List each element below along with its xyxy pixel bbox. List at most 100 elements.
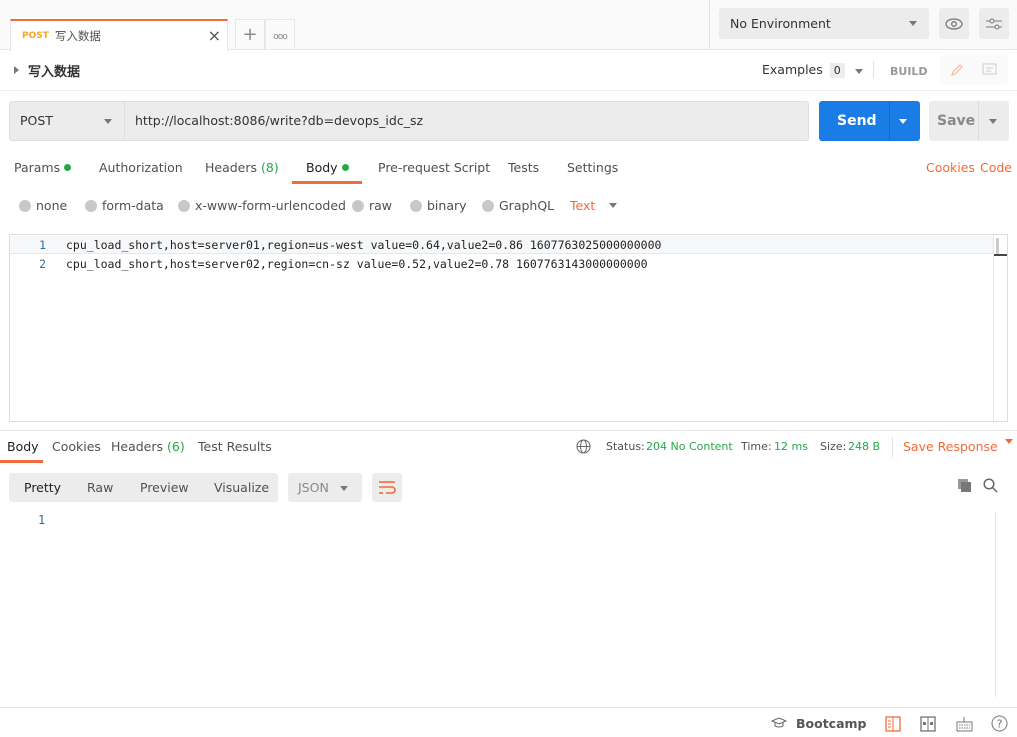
scrollbar[interactable] bbox=[993, 235, 1007, 421]
method-label: POST bbox=[20, 113, 53, 128]
layout-icon[interactable] bbox=[920, 716, 936, 732]
environment-select[interactable]: No Environment bbox=[719, 8, 929, 39]
save-options-chevron-icon[interactable] bbox=[989, 119, 997, 124]
active-tab-indicator bbox=[0, 460, 43, 463]
view-preview[interactable]: Preview bbox=[140, 480, 189, 495]
wrap-lines-button[interactable] bbox=[372, 473, 402, 502]
save-label: Save bbox=[937, 113, 976, 129]
send-label: Send bbox=[837, 113, 877, 129]
tab-method: POST bbox=[22, 31, 49, 41]
wrap-icon bbox=[379, 481, 396, 494]
tab-body[interactable]: Body bbox=[306, 160, 349, 175]
tab-settings[interactable]: Settings bbox=[567, 160, 618, 175]
divider bbox=[892, 437, 893, 457]
chevron-down-icon bbox=[1004, 439, 1013, 444]
send-button[interactable]: Send bbox=[819, 101, 920, 141]
mode-toggle bbox=[940, 55, 1008, 85]
comment-icon[interactable] bbox=[982, 63, 997, 77]
radio-graphql[interactable]: GraphQL bbox=[482, 198, 554, 213]
environment-quick-look-button[interactable] bbox=[939, 8, 969, 39]
response-tab-cookies[interactable]: Cookies bbox=[52, 439, 101, 454]
url-input[interactable]: http://localhost:8086/write?db=devops_id… bbox=[135, 102, 423, 140]
radio-circle bbox=[19, 199, 31, 212]
response-tab-body[interactable]: Body bbox=[7, 439, 39, 454]
search-icon[interactable] bbox=[983, 478, 998, 493]
radio-label: x-www-form-urlencoded bbox=[195, 198, 346, 213]
tab-headers[interactable]: Headers (8) bbox=[205, 160, 279, 175]
pencil-icon[interactable] bbox=[949, 62, 965, 78]
tab-label: Params bbox=[14, 160, 61, 175]
status-label: Status: bbox=[606, 440, 645, 453]
save-response-label: Save Response bbox=[903, 439, 998, 454]
radio-label: raw bbox=[369, 198, 393, 213]
response-tab-headers[interactable]: Headers (6) bbox=[111, 439, 185, 454]
divider bbox=[0, 90, 1017, 91]
tab-tests[interactable]: Tests bbox=[508, 160, 539, 175]
code-line: 2 cpu_load_short,host=server02,region=cn… bbox=[10, 255, 993, 273]
view-pretty[interactable]: Pretty bbox=[24, 480, 61, 495]
manage-environments-button[interactable] bbox=[979, 8, 1009, 39]
active-tab-indicator bbox=[292, 181, 362, 184]
keyboard-icon[interactable] bbox=[956, 716, 973, 732]
tab-label: Headers bbox=[205, 160, 258, 175]
format-label: Text bbox=[570, 198, 596, 213]
radio-circle bbox=[178, 199, 190, 212]
radio-binary[interactable]: binary bbox=[410, 198, 467, 213]
response-bar: Body Cookies Headers (6) Test Results St… bbox=[0, 430, 1017, 463]
radio-form-data[interactable]: form-data bbox=[85, 198, 164, 213]
build-label[interactable]: BUILD bbox=[890, 65, 928, 78]
examples-button[interactable]: Examples 0 bbox=[762, 62, 863, 78]
tab-pre-request-script[interactable]: Pre-request Script bbox=[378, 160, 490, 175]
request-tab[interactable]: POST 写入数据 × bbox=[10, 19, 228, 51]
method-select[interactable]: POST bbox=[10, 102, 125, 140]
save-button[interactable]: Save bbox=[929, 101, 1009, 141]
radio-raw[interactable]: raw bbox=[352, 198, 392, 213]
chevron-down-icon bbox=[104, 119, 112, 124]
tab-title: 写入数据 bbox=[54, 29, 101, 43]
tab-options-button[interactable]: ooo bbox=[265, 19, 295, 50]
examples-count: 0 bbox=[829, 63, 845, 78]
caret-right-icon[interactable] bbox=[14, 66, 19, 74]
response-body-viewer[interactable]: 1 bbox=[0, 512, 1017, 697]
scrollbar[interactable] bbox=[995, 512, 996, 697]
chevron-down-icon bbox=[909, 21, 917, 26]
line-text: cpu_load_short,host=server01,region=us-w… bbox=[66, 238, 662, 252]
two-pane-view-icon[interactable] bbox=[885, 716, 901, 732]
line-number: 2 bbox=[39, 257, 46, 271]
chevron-down-icon bbox=[609, 203, 618, 208]
new-tab-button[interactable]: + bbox=[235, 19, 265, 50]
response-format-select[interactable]: JSON bbox=[288, 473, 362, 502]
view-visualize[interactable]: Visualize bbox=[214, 480, 269, 495]
copy-icon[interactable] bbox=[957, 478, 972, 493]
globe-icon[interactable] bbox=[576, 439, 591, 454]
divider bbox=[978, 101, 979, 141]
eye-icon bbox=[945, 17, 963, 30]
tab-label: Headers bbox=[111, 439, 164, 454]
send-options-chevron-icon[interactable] bbox=[899, 119, 907, 124]
help-icon[interactable]: ? bbox=[991, 715, 1008, 732]
body-format-select[interactable]: Text bbox=[570, 198, 618, 213]
radio-label: binary bbox=[427, 198, 467, 213]
plus-icon: + bbox=[242, 24, 258, 45]
examples-label: Examples bbox=[762, 62, 823, 77]
save-response-button[interactable]: Save Response bbox=[903, 439, 1013, 454]
divider bbox=[889, 101, 890, 141]
tab-authorization[interactable]: Authorization bbox=[99, 160, 183, 175]
tab-params[interactable]: Params bbox=[14, 160, 72, 175]
cookies-link[interactable]: Cookies bbox=[926, 160, 975, 175]
close-icon[interactable]: × bbox=[208, 26, 221, 45]
line-number: 1 bbox=[39, 238, 46, 252]
chevron-down-icon bbox=[340, 486, 348, 491]
time-label: Time: bbox=[741, 440, 772, 453]
view-raw[interactable]: Raw bbox=[87, 480, 113, 495]
format-label: JSON bbox=[298, 480, 329, 495]
radio-none[interactable]: none bbox=[19, 198, 67, 213]
radio-urlencoded[interactable]: x-www-form-urlencoded bbox=[178, 198, 346, 213]
code-link[interactable]: Code bbox=[980, 160, 1012, 175]
graduation-cap-icon bbox=[771, 717, 787, 728]
radio-circle-selected bbox=[352, 199, 364, 212]
line-text: cpu_load_short,host=server02,region=cn-s… bbox=[66, 257, 648, 271]
response-tab-test-results[interactable]: Test Results bbox=[198, 439, 272, 454]
body-editor[interactable]: 1 cpu_load_short,host=server01,region=us… bbox=[9, 234, 1008, 422]
bootcamp-button[interactable]: Bootcamp bbox=[796, 716, 867, 731]
